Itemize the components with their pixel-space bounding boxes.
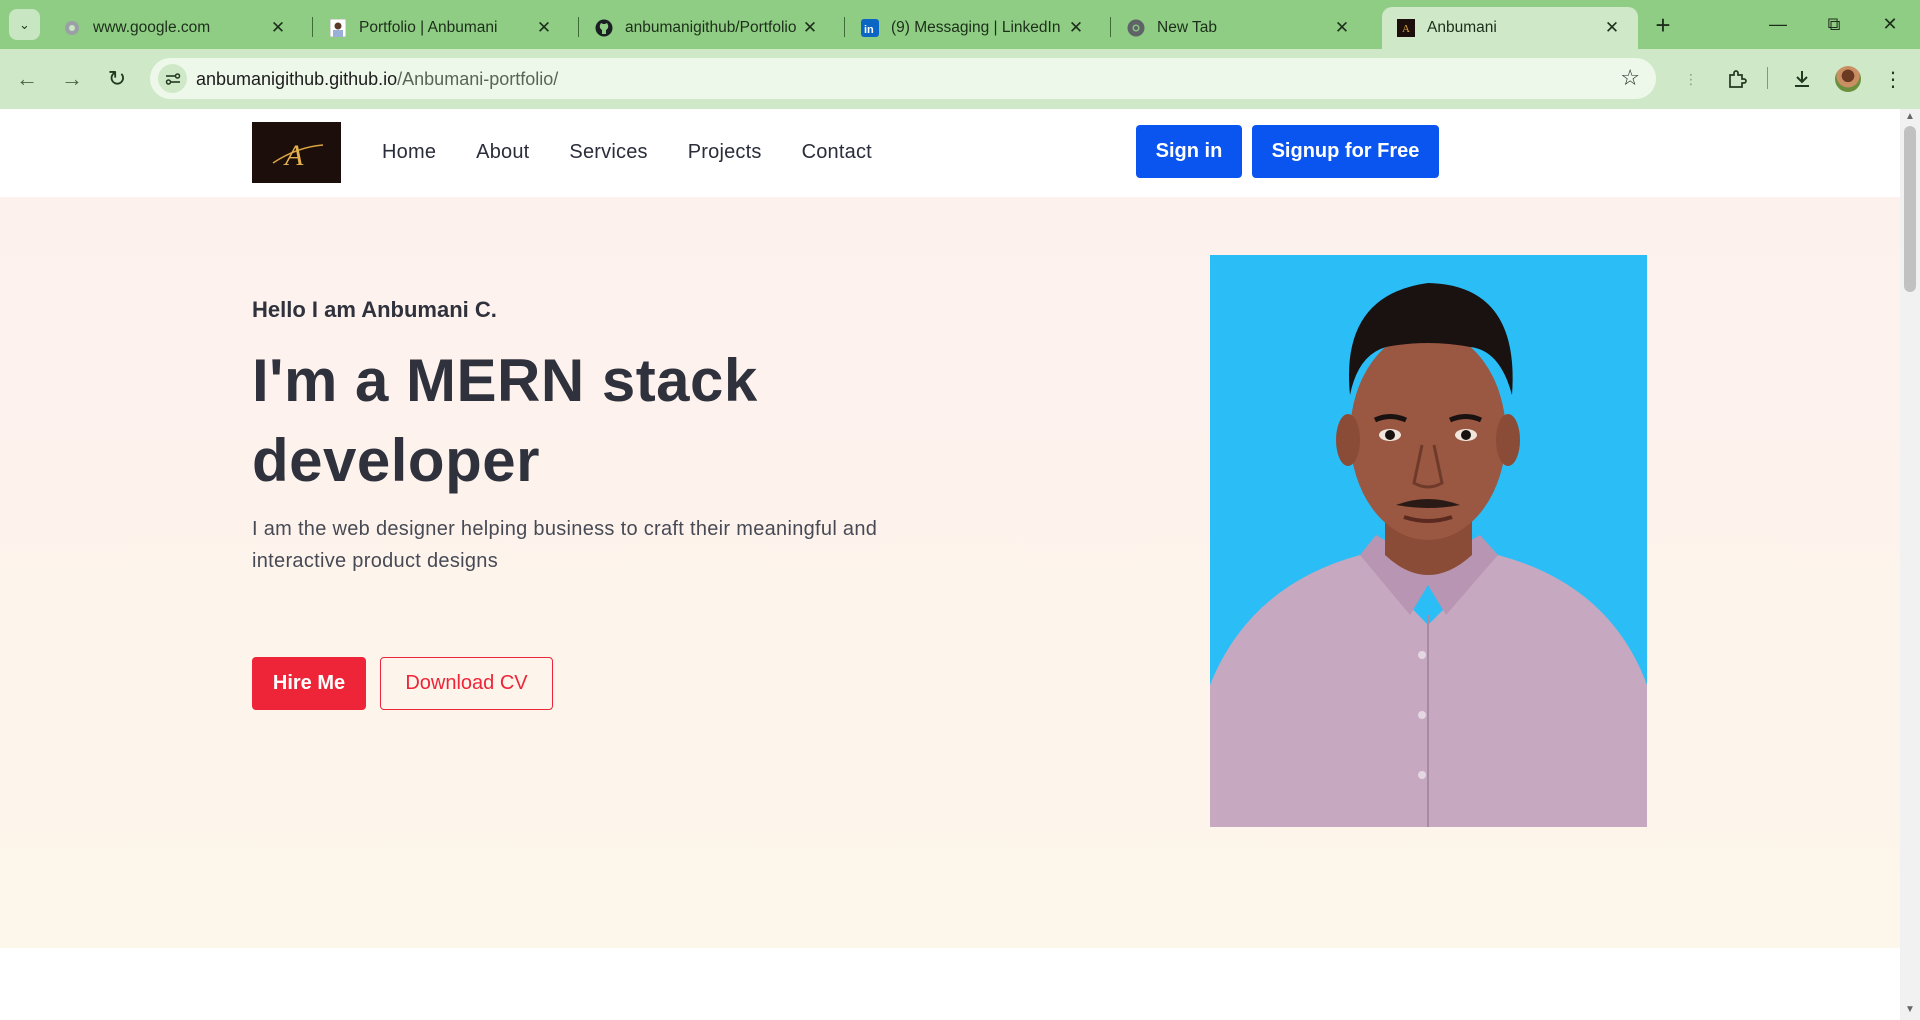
restore-icon: ⧉ [1827, 14, 1841, 34]
scroll-down-arrow-icon[interactable]: ▼ [1904, 1004, 1916, 1018]
chrome-icon [1127, 19, 1145, 37]
logo-letter: A [283, 139, 304, 172]
tab-google[interactable]: www.google.com ✕ [48, 7, 304, 49]
tab-title: www.google.com [93, 19, 211, 36]
close-window-button[interactable]: ✕ [1862, 0, 1918, 49]
tab-anbumani-active[interactable]: A Anbumani ✕ [1382, 7, 1638, 49]
nav-services[interactable]: Services [569, 141, 647, 164]
tab-title: Portfolio | Anbumani [359, 19, 498, 36]
hero-greeting: Hello I am Anbumani C. [252, 297, 497, 322]
loading-spinner-icon: ⋮ [1684, 70, 1698, 87]
bookmark-star-icon[interactable]: ☆ [1620, 65, 1640, 91]
tab-separator [844, 17, 845, 37]
linkedin-icon: in [861, 19, 879, 37]
nav-about[interactable]: About [476, 141, 529, 164]
tab-title: Anbumani [1427, 19, 1497, 36]
downloads-icon[interactable] [1787, 64, 1817, 94]
close-icon[interactable]: ✕ [532, 16, 556, 40]
minimize-button[interactable]: — [1750, 0, 1806, 49]
hero-description: I am the web designer helping business t… [252, 518, 878, 572]
close-icon[interactable]: ✕ [1064, 16, 1088, 40]
tab-title: (9) Messaging | LinkedIn [891, 19, 1061, 36]
nav-home[interactable]: Home [382, 141, 436, 164]
portrait-favicon [329, 19, 347, 37]
hire-me-button[interactable]: Hire Me [252, 657, 366, 710]
tab-separator [578, 17, 579, 37]
tab-portfolio[interactable]: Portfolio | Anbumani ✕ [314, 7, 570, 49]
arrow-right-icon: → [61, 66, 83, 91]
url-path: /Anbumani-portfolio/ [397, 69, 559, 89]
tab-title: New Tab [1157, 19, 1218, 36]
minimize-icon: — [1769, 14, 1787, 34]
signin-button[interactable]: Sign in [1136, 125, 1242, 178]
nav-projects[interactable]: Projects [688, 141, 762, 164]
site-header: A Home About Services Projects Contact S… [0, 109, 1900, 197]
logo-mark-icon: A [272, 139, 323, 172]
tab-search-button[interactable]: ⌄ [9, 9, 40, 40]
svg-text:in: in [864, 24, 874, 36]
new-tab-button[interactable]: + [1648, 10, 1678, 40]
extensions-icon[interactable] [1722, 64, 1752, 94]
tab-github[interactable]: anbumanigithub/Portfolio ✕ [580, 7, 836, 49]
scroll-thumb[interactable] [1904, 126, 1916, 292]
portrait-illustration [1210, 255, 1647, 827]
close-icon[interactable]: ✕ [798, 16, 822, 40]
reload-icon: ↻ [107, 66, 127, 91]
github-icon [595, 19, 613, 37]
address-bar[interactable]: anbumanigithub.github.io/Anbumani-portfo… [150, 58, 1656, 99]
hero-headline: I'm a MERN stack developer [252, 347, 758, 494]
url-text[interactable]: anbumanigithub.github.io/Anbumani-portfo… [196, 69, 558, 90]
site-logo-favicon: A [1397, 19, 1415, 37]
page-scrollbar[interactable]: ▲ ▼ [1900, 109, 1920, 1020]
globe-icon [63, 19, 81, 37]
reload-button[interactable]: ↻ [101, 63, 133, 95]
back-button[interactable]: ← [11, 63, 43, 95]
chevron-down-icon: ⌄ [19, 16, 30, 32]
arrow-left-icon: ← [16, 66, 38, 91]
tab-linkedin[interactable]: in (9) Messaging | LinkedIn ✕ [846, 7, 1102, 49]
scroll-up-arrow-icon[interactable]: ▲ [1904, 111, 1916, 125]
tab-title: anbumanigithub/Portfolio [625, 19, 797, 36]
plus-icon: + [1655, 9, 1671, 40]
tab-strip: ⌄ www.google.com ✕ Portfolio | Anbumani … [0, 0, 1920, 49]
browser-toolbar: ← → ↻ anbumanigithub.github.io/Anbumani-… [0, 49, 1920, 109]
hero-section: Hello I am Anbumani C. I'm a MERN stack … [0, 197, 1900, 948]
tab-separator [312, 17, 313, 37]
close-icon[interactable]: ✕ [1600, 16, 1624, 40]
svg-text:A: A [1402, 23, 1410, 35]
tab-separator [1110, 17, 1111, 37]
close-icon: ✕ [1882, 14, 1898, 34]
download-cv-button[interactable]: Download CV [380, 657, 553, 710]
site-logo[interactable]: A [252, 122, 341, 183]
menu-kebab-icon[interactable]: ⋮ [1878, 64, 1908, 94]
main-nav: Home About Services Projects Contact [382, 141, 872, 164]
signup-button[interactable]: Signup for Free [1252, 125, 1439, 178]
toolbar-separator [1767, 67, 1768, 89]
forward-button[interactable]: → [56, 63, 88, 95]
nav-contact[interactable]: Contact [802, 141, 872, 164]
close-icon[interactable]: ✕ [1330, 16, 1354, 40]
site-info-icon[interactable] [158, 64, 187, 93]
profile-avatar[interactable] [1835, 66, 1861, 92]
restore-button[interactable]: ⧉ [1806, 0, 1862, 49]
profile-photo [1210, 255, 1647, 827]
page-viewport: A Home About Services Projects Contact S… [0, 109, 1900, 1020]
url-host: anbumanigithub.github.io [196, 69, 398, 89]
close-icon[interactable]: ✕ [266, 16, 290, 40]
tab-new-tab[interactable]: New Tab ✕ [1112, 7, 1368, 49]
